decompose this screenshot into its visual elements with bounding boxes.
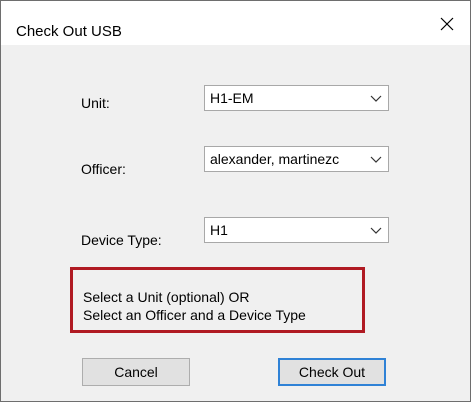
check-out-button[interactable]: Check Out [278,358,386,386]
unit-selected-value: H1-EM [210,90,254,106]
title-bar: Check Out USB [1,1,470,45]
cancel-button[interactable]: Cancel [82,358,190,386]
chevron-down-icon [370,156,382,163]
check-out-usb-dialog: Check Out USB Unit: H1-EM Officer: alexa… [0,0,471,402]
unit-dropdown[interactable]: H1-EM [204,85,389,111]
notice-line-1: Select a Unit (optional) OR [83,289,250,305]
officer-label: Officer: [81,161,126,177]
close-icon [440,17,454,31]
unit-label: Unit: [81,95,110,111]
chevron-down-icon [370,95,382,102]
dialog-title: Check Out USB [16,23,122,40]
device-type-dropdown[interactable]: H1 [204,217,389,243]
device-type-selected-value: H1 [210,222,228,238]
device-type-label: Device Type: [81,232,162,248]
selection-notice-box: Select a Unit (optional) OR Select an Of… [70,267,365,333]
chevron-down-icon [370,227,382,234]
officer-selected-value: alexander, martinezc [210,151,340,167]
close-button[interactable] [424,9,470,39]
officer-dropdown[interactable]: alexander, martinezc [204,146,389,172]
notice-line-2: Select an Officer and a Device Type [83,307,306,323]
